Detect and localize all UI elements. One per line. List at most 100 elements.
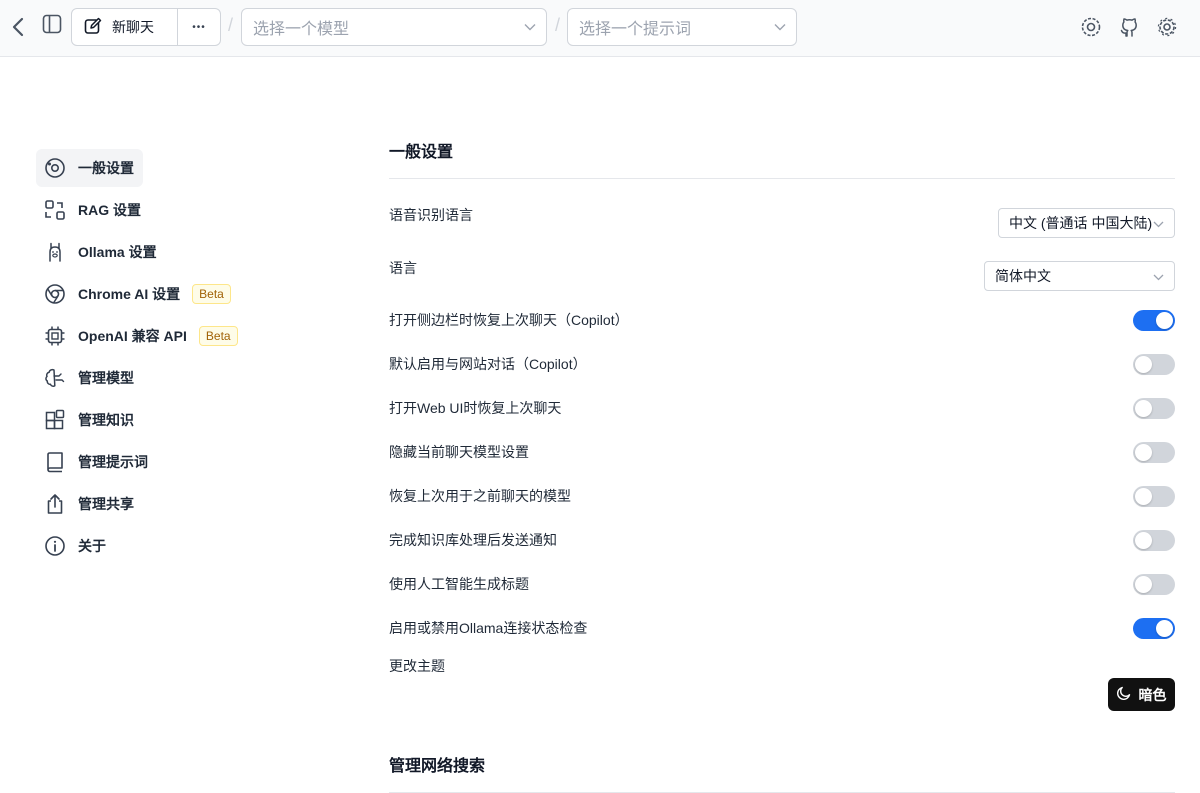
beta-badge: Beta: [198, 326, 238, 346]
brain-icon: [44, 367, 66, 389]
new-chat-label: 新聊天: [112, 19, 154, 35]
section-title-web-search: 管理网络搜索: [389, 744, 1175, 793]
theme-row: 更改主题 暗色: [389, 650, 1175, 712]
model-select-placeholder: 选择一个模型: [253, 21, 350, 38]
speech-language-value: 中文 (普通话 中国大陆): [1009, 215, 1153, 231]
prompt-select[interactable]: 选择一个提示词: [567, 8, 797, 46]
toggle-knob: [1135, 487, 1152, 505]
toggle-row-restore-model: 恢复上次用于之前聊天的模型: [389, 474, 1175, 518]
sidebar-item-label: Ollama 设置: [78, 244, 157, 260]
dark-theme-button[interactable]: 暗色: [1108, 678, 1175, 711]
sidebar-item-label: 管理模型: [78, 370, 134, 386]
speech-language-label: 语音识别语言: [389, 207, 473, 223]
chevron-down-icon: [774, 18, 786, 36]
github-icon[interactable]: [1117, 15, 1141, 39]
sidebar-item-chrome-ai[interactable]: Chrome AI 设置 Beta: [36, 275, 246, 313]
rag-icon: [44, 199, 66, 221]
blocks-icon: [44, 409, 66, 431]
model-select[interactable]: 选择一个模型: [241, 8, 547, 46]
toggle-switch[interactable]: [1133, 617, 1175, 639]
toggle-knob: [1135, 399, 1152, 417]
settings-gear-icon[interactable]: [1155, 15, 1179, 39]
toggle-label: 恢复上次用于之前聊天的模型: [389, 488, 571, 504]
sidebar-item-manage-sharing[interactable]: 管理共享: [36, 485, 246, 523]
beta-badge: Beta: [192, 284, 231, 304]
toggle-switch[interactable]: [1133, 573, 1175, 595]
back-chevron-icon[interactable]: [8, 15, 28, 39]
sidebar-item-about[interactable]: 关于: [36, 527, 246, 565]
pencil-square-icon: [84, 17, 102, 38]
speech-language-row: 语音识别语言 中文 (普通话 中国大陆): [389, 203, 1175, 243]
toggle-label: 完成知识库处理后发送通知: [389, 532, 557, 548]
toggle-label: 打开侧边栏时恢复上次聊天（Copilot）: [389, 312, 629, 328]
language-value: 简体中文: [995, 268, 1051, 284]
more-options-button[interactable]: •••: [178, 9, 220, 45]
sidebar-item-manage-knowledge[interactable]: 管理知识: [36, 401, 246, 439]
toggle-knob: [1135, 443, 1152, 461]
sidebar-item-manage-models[interactable]: 管理模型: [36, 359, 246, 397]
toggle-row-webui-restore: 打开Web UI时恢复上次聊天: [389, 386, 1175, 430]
sidebar-item-label: 一般设置: [78, 160, 134, 176]
toggle-row-ollama-status: 启用或禁用Ollama连接状态检查: [389, 606, 1175, 650]
theme-label: 更改主题: [389, 658, 445, 674]
toggle-knob: [1135, 355, 1152, 373]
chevron-down-icon: [524, 18, 536, 36]
toggle-row-copilot-restore: 打开侧边栏时恢复上次聊天（Copilot）: [389, 298, 1175, 342]
sidebar-item-openai-api[interactable]: OpenAI 兼容 API Beta: [36, 317, 246, 355]
settings-sidebar: 一般设置 RAG 设置 Ollama 设置 Chrome AI 设置 Beta …: [36, 149, 246, 569]
info-icon: [44, 535, 66, 557]
chevron-down-icon: [1153, 268, 1164, 284]
sidebar-item-label: 管理提示词: [78, 454, 148, 470]
share-icon: [44, 493, 66, 515]
dark-theme-label: 暗色: [1138, 686, 1167, 703]
breadcrumb-separator: /: [555, 15, 561, 35]
toggle-label: 隐藏当前聊天模型设置: [389, 444, 529, 460]
new-chat-button[interactable]: 新聊天: [72, 9, 178, 45]
toggle-switch[interactable]: [1133, 309, 1175, 331]
sidebar-item-general[interactable]: 一般设置: [36, 149, 143, 187]
moon-icon: [1116, 686, 1131, 703]
toggle-row-ai-title: 使用人工智能生成标题: [389, 562, 1175, 606]
sidebar-toggle-icon[interactable]: [41, 13, 63, 35]
chevron-down-icon: [1153, 215, 1164, 231]
book-icon: [44, 451, 66, 473]
cpu-chip-icon: [44, 325, 66, 347]
speech-language-select[interactable]: 中文 (普通话 中国大陆): [998, 208, 1175, 238]
language-row: 语言 简体中文: [389, 256, 1175, 296]
toggle-knob: [1135, 575, 1152, 593]
toggle-switch[interactable]: [1133, 485, 1175, 507]
toggle-label: 打开Web UI时恢复上次聊天: [389, 400, 562, 416]
toggle-knob: [1156, 619, 1173, 637]
sidebar-item-ollama[interactable]: Ollama 设置: [36, 233, 246, 271]
toggle-row-knowledge-notify: 完成知识库处理后发送通知: [389, 518, 1175, 562]
toggle-knob: [1135, 531, 1152, 549]
sidebar-item-label: 管理知识: [78, 412, 134, 428]
sidebar-item-label: 管理共享: [78, 496, 134, 512]
toggle-switch[interactable]: [1133, 441, 1175, 463]
sidebar-item-rag[interactable]: RAG 设置: [36, 191, 246, 229]
top-bar: 新聊天 ••• / 选择一个模型 / 选择一个提示词: [0, 0, 1200, 57]
sidebar-item-label: Chrome AI 设置: [78, 286, 181, 302]
toggle-label: 默认启用与网站对话（Copilot）: [389, 356, 587, 372]
ollama-llama-icon: [44, 241, 66, 263]
general-settings-icon: [44, 157, 66, 179]
language-label: 语言: [389, 260, 417, 276]
chrome-icon: [44, 283, 66, 305]
sidebar-item-label: 关于: [78, 538, 106, 554]
toggle-switch[interactable]: [1133, 353, 1175, 375]
ollama-cog-icon[interactable]: [1079, 15, 1103, 39]
toggle-row-hide-model-settings: 隐藏当前聊天模型设置: [389, 430, 1175, 474]
toggle-label: 使用人工智能生成标题: [389, 576, 529, 592]
sidebar-item-manage-prompts[interactable]: 管理提示词: [36, 443, 246, 481]
new-chat-group: 新聊天 •••: [71, 8, 221, 46]
ellipsis-icon: •••: [192, 21, 206, 33]
sidebar-item-label: OpenAI 兼容 API: [78, 328, 187, 344]
toggle-switch[interactable]: [1133, 397, 1175, 419]
prompt-select-placeholder: 选择一个提示词: [579, 21, 692, 38]
section-title-general: 一般设置: [389, 130, 1175, 179]
toggle-label: 启用或禁用Ollama连接状态检查: [389, 620, 588, 636]
toggle-switch[interactable]: [1133, 529, 1175, 551]
sidebar-item-label: RAG 设置: [78, 202, 141, 218]
settings-main: 一般设置 语音识别语言 中文 (普通话 中国大陆) 语言 简体中文 打开侧边栏时…: [389, 130, 1175, 793]
language-select[interactable]: 简体中文: [984, 261, 1175, 291]
